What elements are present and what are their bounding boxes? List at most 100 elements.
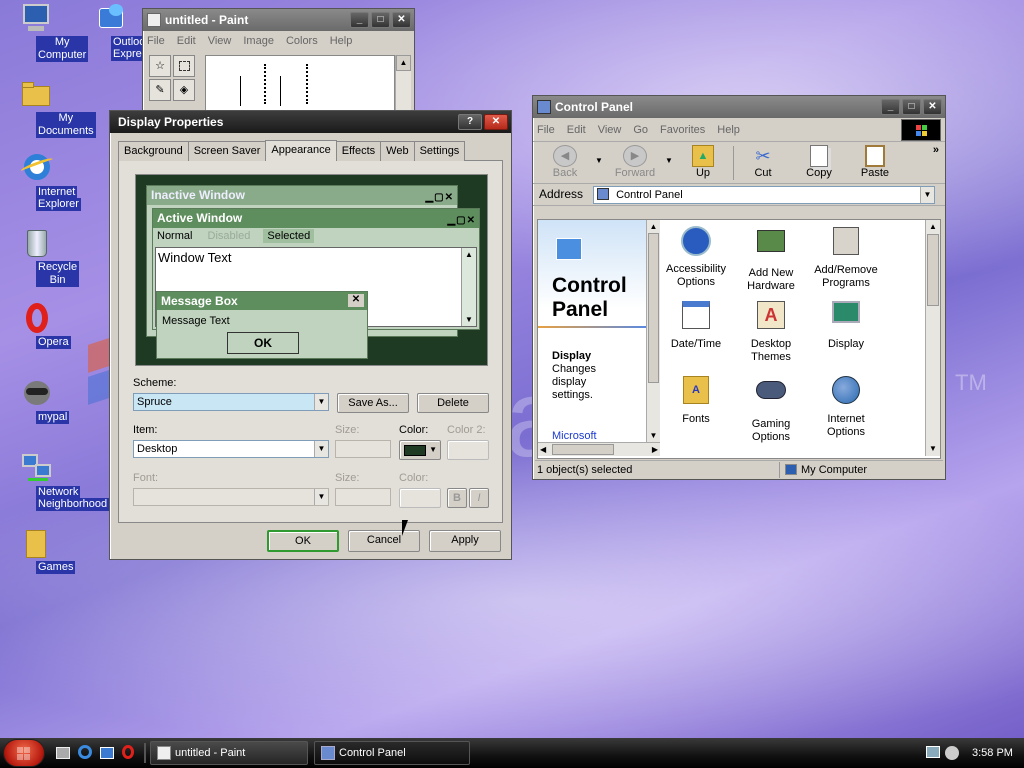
tab-screen-saver[interactable]: Screen Saver bbox=[187, 141, 267, 161]
forward-dropdown-icon[interactable]: ▼ bbox=[665, 156, 673, 165]
desktop-icon-network-neighborhood[interactable]: Network Neighborhood bbox=[0, 452, 110, 511]
cp-item-display[interactable]: Display bbox=[806, 298, 886, 351]
quicklaunch-outlook-icon[interactable] bbox=[100, 745, 116, 761]
desktop-icon-opera[interactable]: Opera bbox=[0, 302, 74, 349]
tab-appearance[interactable]: Appearance bbox=[265, 140, 337, 162]
tab-background[interactable]: Background bbox=[118, 141, 189, 161]
desktop-icon-games[interactable]: Games bbox=[0, 527, 76, 574]
cp-item-desktop-themes[interactable]: A Desktop Themes bbox=[731, 298, 811, 364]
wallpaper-trademark: TM bbox=[955, 370, 987, 395]
paint-menu-colors[interactable]: Colors bbox=[286, 35, 318, 47]
chevron-down-icon[interactable]: ▼ bbox=[314, 394, 328, 410]
back-arrow-icon: ◀ bbox=[553, 145, 577, 167]
cp-menu-favorites[interactable]: Favorites bbox=[660, 124, 705, 136]
paint-menu-view[interactable]: View bbox=[208, 35, 232, 47]
paint-titlebar[interactable]: untitled - Paint _ □ ✕ bbox=[143, 9, 414, 31]
delete-button[interactable]: Delete bbox=[417, 393, 489, 413]
cp-maximize-button[interactable]: □ bbox=[902, 99, 921, 115]
desktop-icon-mypal[interactable]: mypal bbox=[0, 377, 74, 424]
item-color-picker[interactable]: ▼ bbox=[399, 440, 441, 460]
desktop-icon-outlook-express[interactable]: Outlook Express bbox=[73, 2, 155, 61]
eraser-tool-icon[interactable]: ✎ bbox=[149, 79, 171, 101]
scheme-select[interactable]: Spruce ▼ bbox=[133, 393, 329, 411]
copy-button[interactable]: Copy bbox=[797, 145, 841, 179]
paint-close-button[interactable]: ✕ bbox=[392, 12, 411, 28]
dialog-close-button[interactable]: ✕ bbox=[484, 114, 508, 130]
cp-item-add-new-hardware[interactable]: Add New Hardware bbox=[731, 224, 811, 293]
desktop-icon-internet-explorer[interactable]: Internet Explorer bbox=[0, 152, 81, 211]
free-select-tool-icon[interactable]: ☆ bbox=[149, 55, 171, 77]
control-panel-titlebar[interactable]: Control Panel _ □ ✕ bbox=[533, 96, 945, 118]
cut-button[interactable]: ✂ Cut bbox=[741, 145, 785, 179]
chevron-down-icon[interactable]: ▼ bbox=[314, 441, 328, 457]
back-button[interactable]: ◀ Back bbox=[539, 145, 591, 179]
paint-menu-image[interactable]: Image bbox=[243, 35, 274, 47]
fill-tool-icon[interactable]: ◈ bbox=[173, 79, 195, 101]
help-button[interactable]: ? bbox=[458, 114, 482, 130]
paint-window[interactable]: untitled - Paint _ □ ✕ File Edit View Im… bbox=[142, 8, 415, 118]
display-properties-dialog[interactable]: Display Properties ? ✕ Background Screen… bbox=[109, 110, 512, 560]
cp-item-add-remove-programs[interactable]: Add/Remove Programs bbox=[806, 224, 886, 290]
clock[interactable]: 3:58 PM bbox=[972, 741, 1013, 765]
cp-item-fonts[interactable]: A Fonts bbox=[656, 373, 736, 426]
cp-side-link[interactable]: Microsoft bbox=[552, 430, 597, 442]
cp-side-hscrollbar[interactable]: ◀ ▶ bbox=[538, 442, 660, 456]
cp-side-icon bbox=[556, 238, 582, 260]
paint-minimize-button[interactable]: _ bbox=[350, 12, 369, 28]
cp-menu-view[interactable]: View bbox=[598, 124, 622, 136]
chevron-down-icon[interactable]: ▼ bbox=[920, 187, 934, 203]
cp-item-internet-options[interactable]: Internet Options bbox=[806, 373, 886, 439]
quicklaunch-ie-icon[interactable] bbox=[78, 745, 94, 761]
cp-minimize-button[interactable]: _ bbox=[881, 99, 900, 115]
paint-menu-help[interactable]: Help bbox=[330, 35, 353, 47]
paint-menu-edit[interactable]: Edit bbox=[177, 35, 196, 47]
tray-volume-icon[interactable] bbox=[945, 746, 959, 760]
taskbar-paint-button[interactable]: untitled - Paint bbox=[150, 741, 308, 765]
desktop-icon-my-computer[interactable]: My Computer bbox=[0, 2, 89, 62]
toolbar-overflow-icon[interactable]: » bbox=[933, 144, 939, 156]
paste-button[interactable]: Paste bbox=[853, 145, 897, 179]
preview-msgbox-close: ✕ bbox=[348, 294, 364, 307]
paint-canvas[interactable] bbox=[205, 55, 395, 117]
item-select[interactable]: Desktop ▼ bbox=[133, 440, 329, 458]
apply-button[interactable]: Apply bbox=[429, 530, 501, 552]
ok-button[interactable]: OK bbox=[267, 530, 339, 552]
tray-network-icon[interactable] bbox=[926, 746, 940, 758]
start-button[interactable] bbox=[3, 739, 45, 767]
cp-item-date-time[interactable]: Date/Time bbox=[656, 298, 736, 351]
cp-menu-go[interactable]: Go bbox=[633, 124, 648, 136]
quicklaunch-desktop-icon[interactable] bbox=[56, 745, 72, 761]
cp-main-scrollbar[interactable]: ▲ ▼ bbox=[925, 220, 940, 456]
cp-item-gaming-options[interactable]: Gaming Options bbox=[731, 373, 811, 444]
cp-menu-help[interactable]: Help bbox=[717, 124, 740, 136]
paint-vertical-scrollbar[interactable]: ▲ bbox=[395, 55, 411, 117]
cp-close-button[interactable]: ✕ bbox=[923, 99, 942, 115]
cp-item-accessibility-options[interactable]: Accessibility Options bbox=[656, 224, 736, 289]
paint-maximize-button[interactable]: □ bbox=[371, 12, 390, 28]
scheme-label: Scheme: bbox=[133, 377, 177, 389]
desktop-icon-my-documents[interactable]: My Documents bbox=[0, 78, 96, 138]
font-select: ▼ bbox=[133, 488, 329, 506]
quicklaunch-opera-icon[interactable] bbox=[122, 745, 138, 761]
tab-settings[interactable]: Settings bbox=[413, 141, 466, 161]
display-properties-titlebar[interactable]: Display Properties ? ✕ bbox=[110, 111, 511, 133]
globe-icon bbox=[829, 376, 863, 410]
forward-arrow-icon: ▶ bbox=[623, 145, 647, 167]
back-dropdown-icon[interactable]: ▼ bbox=[595, 156, 603, 165]
save-as-button[interactable]: Save As... bbox=[337, 393, 409, 413]
tab-effects[interactable]: Effects bbox=[335, 141, 382, 161]
cp-menu-edit[interactable]: Edit bbox=[567, 124, 586, 136]
cancel-button[interactable]: Cancel bbox=[348, 530, 420, 552]
paint-menu-file[interactable]: File bbox=[147, 35, 165, 47]
control-panel-window[interactable]: Control Panel _ □ ✕ File Edit View Go Fa… bbox=[532, 95, 946, 480]
rect-select-tool-icon[interactable] bbox=[173, 55, 195, 77]
tab-web[interactable]: Web bbox=[380, 141, 415, 161]
item-color2-label: Color 2: bbox=[447, 424, 486, 436]
taskbar-control-panel-button[interactable]: Control Panel bbox=[314, 741, 470, 765]
forward-button[interactable]: ▶ Forward bbox=[607, 145, 663, 179]
preview-message-box: Message Box ✕ Message Text OK bbox=[156, 291, 368, 359]
address-field[interactable]: Control Panel ▼ bbox=[593, 186, 935, 204]
desktop-icon-recycle-bin[interactable]: Recycle Bin bbox=[0, 227, 80, 287]
cp-menu-file[interactable]: File bbox=[537, 124, 555, 136]
up-button[interactable]: ▲ Up bbox=[681, 145, 725, 179]
